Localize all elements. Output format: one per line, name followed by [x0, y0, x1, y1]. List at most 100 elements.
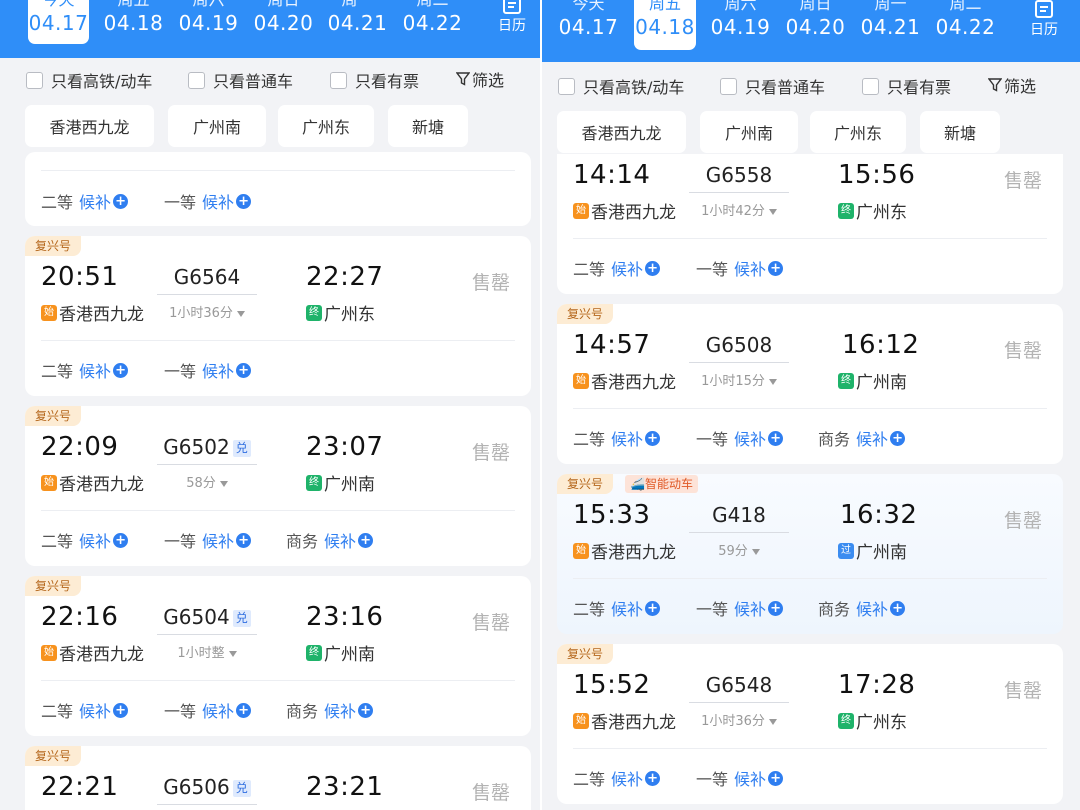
station-chip-guangzhounan[interactable]: 广州南	[700, 111, 798, 153]
calendar-button[interactable]: 日历	[492, 0, 532, 35]
date-tab-0422[interactable]: 周二 04.22	[935, 0, 996, 40]
plus-icon: +	[113, 193, 129, 209]
seat-first-class[interactable]: 一等 候补 +	[696, 426, 784, 450]
route-line	[689, 362, 789, 363]
departure-time: 22:09	[41, 432, 119, 462]
checkbox-icon[interactable]	[720, 77, 737, 95]
train-number: G6558	[705, 163, 773, 187]
train-card-g6558[interactable]: 14:14 G6558 1小时42分 15:56 始香港西九龙 终广州东 售罄 …	[557, 154, 1063, 294]
filter-hsr-only[interactable]: 只看高铁/动车	[26, 68, 152, 92]
date-tab-today[interactable]: 今天 04.17	[28, 0, 89, 44]
filter-available-only[interactable]: 只看有票	[862, 74, 951, 98]
train-card-g6504[interactable]: 复兴号 22:16 G6504 兑 1小时整 23:16 始香港西九龙 终广州南 …	[25, 576, 531, 736]
checkbox-icon[interactable]	[188, 71, 205, 89]
duration-toggle[interactable]: 58分	[157, 472, 257, 491]
checkbox-icon[interactable]	[26, 71, 43, 89]
arrival-time: 23:21	[306, 772, 384, 802]
seat-first-class[interactable]: 一等 候补 +	[696, 256, 784, 280]
duration-toggle[interactable]: 1小时42分	[689, 200, 789, 219]
station-chip-xiangganxijiulong[interactable]: 香港西九龙	[557, 111, 686, 153]
date-tab-0421[interactable]: 周一 04.21	[327, 0, 388, 36]
train-card-g6506[interactable]: 复兴号 22:21 G6506 兑 23:21 售罄	[25, 746, 531, 810]
seat-business-class[interactable]: 商务 候补 +	[818, 426, 906, 450]
seat-business-class[interactable]: 商务 候补 +	[286, 698, 374, 722]
seat-business-class[interactable]: 商务 候补 +	[286, 528, 374, 552]
seat-second-class[interactable]: 二等 候补 +	[41, 358, 129, 382]
seat-first-class[interactable]: 一等 候补 +	[696, 596, 784, 620]
plus-icon: +	[645, 770, 661, 786]
filter-hsr-only[interactable]: 只看高铁/动车	[558, 74, 684, 98]
station-chip-xintang[interactable]: 新塘	[920, 111, 1000, 153]
date-tab-0420[interactable]: 周日 04.20	[785, 0, 846, 40]
duration-toggle[interactable]: 59分	[689, 540, 789, 559]
seat-first-class[interactable]: 一等 候补 +	[164, 358, 252, 382]
calendar-button[interactable]: 日历	[1024, 0, 1064, 39]
seat-second-class[interactable]: 二等 候补 +	[573, 426, 661, 450]
checkbox-icon[interactable]	[558, 77, 575, 95]
station-chip-guangzhoudong[interactable]: 广州东	[278, 105, 374, 147]
route-line	[157, 464, 257, 465]
date-tab-0418[interactable]: 周五 04.18	[634, 0, 696, 50]
station-chip-guangzhounan[interactable]: 广州南	[168, 105, 266, 147]
arrival-time: 16:32	[840, 500, 918, 530]
redeem-badge: 兑	[232, 610, 251, 627]
checkbox-icon[interactable]	[862, 77, 879, 95]
train-card-g418[interactable]: 复兴号 🚄智能动车 15:33 G418 59分 16:32 始香港西九龙 过广…	[557, 474, 1063, 634]
from-station: 始香港西九龙	[573, 198, 676, 223]
duration-toggle[interactable]: 1小时整	[157, 642, 257, 661]
date-tab-0422[interactable]: 周二 04.22	[402, 0, 463, 36]
filter-normal-only[interactable]: 只看普通车	[188, 68, 293, 92]
seat-second-class[interactable]: 二等 候补 +	[41, 698, 129, 722]
date-tab-0420[interactable]: 周日 04.20	[253, 0, 314, 36]
start-station-icon: 始	[573, 372, 589, 389]
train-card-g6502[interactable]: 复兴号 22:09 G6502 兑 58分 23:07 始香港西九龙 终广州南 售…	[25, 406, 531, 566]
date-tab-0419[interactable]: 周六 04.19	[178, 0, 239, 36]
station-chip-guangzhoudong[interactable]: 广州东	[810, 111, 906, 153]
seat-business-class[interactable]: 商务 候补 +	[818, 596, 906, 620]
date-tab-0421[interactable]: 周一 04.21	[860, 0, 921, 40]
train-card-g6508[interactable]: 复兴号 14:57 G6508 1小时15分 16:12 始香港西九龙 终广州南…	[557, 304, 1063, 464]
plus-icon: +	[358, 532, 374, 548]
filter-normal-only[interactable]: 只看普通车	[720, 74, 825, 98]
date-tab-0418[interactable]: 周五 04.18	[103, 0, 164, 36]
seat-first-class[interactable]: 一等 候补 +	[164, 528, 252, 552]
seat-first-class[interactable]: 一等 候补 +	[696, 766, 784, 790]
smart-emu-badge: 🚄智能动车	[625, 475, 698, 493]
plus-icon: +	[768, 770, 784, 786]
filter-available-only[interactable]: 只看有票	[330, 68, 419, 92]
filter-button[interactable]: 筛选	[456, 67, 504, 91]
seat-second-class[interactable]: 二等 候补 +	[41, 189, 129, 213]
from-station: 始香港西九龙	[41, 640, 144, 665]
train-number: G6506 兑	[157, 775, 257, 799]
checkbox-icon[interactable]	[330, 71, 347, 89]
train-card-partial[interactable]: 二等 候补 + 一等 候补 +	[25, 152, 531, 226]
seat-second-class[interactable]: 二等 候补 +	[573, 596, 661, 620]
start-station-icon: 始	[41, 304, 57, 321]
station-chip-xiangganxijiulong[interactable]: 香港西九龙	[25, 105, 154, 147]
train-card-g6564[interactable]: 复兴号 20:51 G6564 1小时36分 22:27 始香港西九龙 终广州东…	[25, 236, 531, 396]
end-station-icon: 终	[306, 644, 322, 661]
date-tab-today[interactable]: 今天 04.17	[558, 0, 619, 40]
card-divider	[573, 238, 1047, 239]
date-tab-0419[interactable]: 周六 04.19	[710, 0, 771, 40]
end-station-icon: 终	[838, 202, 854, 219]
train-card-g6548[interactable]: 复兴号 15:52 G6548 1小时36分 17:28 始香港西九龙 终广州东…	[557, 644, 1063, 804]
route-line	[689, 702, 789, 703]
from-station: 始香港西九龙	[573, 708, 676, 733]
duration-toggle[interactable]: 1小时36分	[157, 302, 257, 321]
seat-first-class[interactable]: 一等 候补 +	[164, 698, 252, 722]
start-station-icon: 始	[573, 542, 589, 559]
filter-button[interactable]: 筛选	[988, 73, 1036, 97]
end-station-icon: 终	[838, 712, 854, 729]
duration-toggle[interactable]: 1小时36分	[689, 710, 789, 729]
duration-toggle[interactable]: 1小时15分	[689, 370, 789, 389]
plus-icon: +	[768, 600, 784, 616]
station-chip-xintang[interactable]: 新塘	[388, 105, 468, 147]
seat-second-class[interactable]: 二等 候补 +	[573, 766, 661, 790]
plus-icon: +	[890, 430, 906, 446]
seat-second-class[interactable]: 二等 候补 +	[41, 528, 129, 552]
to-station: 过广州南	[838, 538, 907, 563]
date-selector-bar: 今天 04.17 周五 04.18 周六 04.19 周日 04.20 周一 0…	[0, 0, 540, 58]
seat-first-class[interactable]: 一等 候补 +	[164, 189, 252, 213]
seat-second-class[interactable]: 二等 候补 +	[573, 256, 661, 280]
